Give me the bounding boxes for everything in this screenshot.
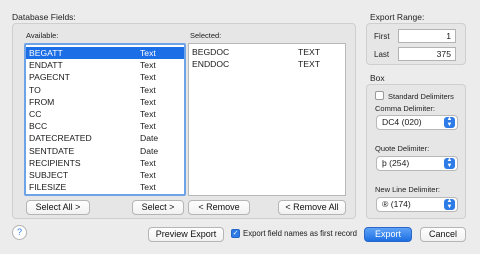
remove-all-button[interactable]: < Remove All bbox=[278, 200, 346, 215]
select-button[interactable]: Select > bbox=[132, 200, 184, 215]
chevron-updown-icon: ▲ ▼ bbox=[444, 157, 455, 169]
last-label: Last bbox=[374, 50, 390, 59]
newline-delimiter-label: New Line Delimiter: bbox=[375, 185, 441, 194]
box-title: Box bbox=[370, 73, 385, 83]
field-name: PAGECNT bbox=[29, 72, 70, 83]
selected-label: Selected: bbox=[190, 31, 222, 40]
field-type: TEXT bbox=[298, 59, 320, 70]
cancel-button[interactable]: Cancel bbox=[420, 227, 466, 242]
field-name: FROM bbox=[29, 96, 55, 107]
last-field[interactable]: 375 bbox=[398, 47, 456, 61]
field-name: CC bbox=[29, 109, 42, 119]
export-field-names-checkbox[interactable]: ✓ bbox=[231, 229, 240, 238]
standard-delimiters-label: Standard Delimiters bbox=[388, 92, 454, 101]
first-field[interactable]: 1 bbox=[398, 29, 456, 43]
field-name: BCC bbox=[29, 121, 48, 132]
list-item[interactable]: RECIPIENTS Text bbox=[26, 157, 184, 169]
field-type: Text bbox=[140, 170, 156, 180]
field-type: Text bbox=[140, 96, 156, 107]
field-type: Date bbox=[140, 145, 159, 156]
standard-delimiters-checkbox[interactable] bbox=[375, 91, 384, 100]
field-type: Text bbox=[140, 72, 156, 83]
list-item[interactable]: DATECREATED Date bbox=[26, 132, 184, 144]
list-item[interactable]: BCC Text bbox=[26, 120, 184, 132]
field-type: Text bbox=[140, 60, 156, 71]
field-type: TEXT bbox=[298, 47, 320, 57]
field-type: Date bbox=[140, 133, 159, 144]
list-item[interactable]: BEGATT Text bbox=[26, 47, 184, 60]
field-name: SUBJECT bbox=[29, 170, 69, 180]
list-item[interactable]: BEGDOC TEXT bbox=[189, 46, 345, 58]
field-name: RECIPIENTS bbox=[29, 157, 81, 168]
list-item[interactable]: ENDATT Text bbox=[26, 59, 184, 71]
list-item[interactable]: FILESIZE Text bbox=[26, 181, 184, 193]
remove-button[interactable]: < Remove bbox=[188, 200, 250, 215]
available-label: Available: bbox=[26, 31, 59, 40]
export-field-names-label: Export field names as first record bbox=[243, 229, 357, 238]
comma-delimiter-value: DC4 (020) bbox=[382, 117, 422, 127]
export-button[interactable]: Export bbox=[364, 227, 412, 242]
field-name: SENTDATE bbox=[29, 145, 75, 156]
first-label: First bbox=[374, 32, 390, 41]
list-item[interactable]: CC Text bbox=[26, 108, 184, 120]
export-range-title: Export Range: bbox=[370, 12, 425, 22]
quote-delimiter-label: Quote Delimiter: bbox=[375, 144, 430, 153]
database-fields-title: Database Fields: bbox=[12, 12, 76, 22]
help-button[interactable]: ? bbox=[12, 225, 27, 240]
field-name: DATECREATED bbox=[29, 133, 92, 144]
field-name: ENDDOC bbox=[192, 59, 230, 70]
list-item[interactable]: ENDDOC TEXT bbox=[189, 58, 345, 70]
field-type: Text bbox=[140, 84, 156, 95]
newline-delimiter-select[interactable]: ® (174) ▲ ▼ bbox=[376, 197, 458, 212]
comma-delimiter-label: Comma Delimiter: bbox=[375, 104, 436, 113]
field-type: Text bbox=[140, 109, 156, 119]
available-fields-list[interactable]: BEGATT Text ENDATT Text PAGECNT Text TO Text FRO… bbox=[24, 43, 186, 196]
chevron-updown-icon: ▲ ▼ bbox=[444, 198, 455, 210]
selected-fields-list[interactable]: BEGDOC TEXT ENDDOC TEXT bbox=[188, 43, 346, 196]
list-item[interactable]: SUBJECT Text bbox=[26, 169, 184, 181]
field-name: BEGATT bbox=[29, 48, 63, 58]
list-item[interactable]: FROM Text bbox=[26, 96, 184, 108]
field-type: Text bbox=[140, 121, 156, 132]
field-name: FILESIZE bbox=[29, 182, 67, 193]
newline-delimiter-value: ® (174) bbox=[382, 199, 411, 209]
field-name: BEGDOC bbox=[192, 47, 230, 57]
list-item[interactable]: SENTDATE Date bbox=[26, 145, 184, 157]
field-type: Text bbox=[140, 157, 156, 168]
select-all-button[interactable]: Select All > bbox=[26, 200, 90, 215]
field-type: Text bbox=[140, 48, 156, 58]
preview-export-button[interactable]: Preview Export bbox=[148, 227, 224, 242]
list-item[interactable]: TO Text bbox=[26, 84, 184, 96]
field-name: TO bbox=[29, 84, 41, 95]
quote-delimiter-value: þ (254) bbox=[382, 158, 410, 168]
field-type: Text bbox=[140, 182, 156, 193]
chevron-updown-icon: ▲ ▼ bbox=[444, 116, 455, 128]
list-item[interactable]: PAGECNT Text bbox=[26, 71, 184, 83]
field-name: ENDATT bbox=[29, 60, 63, 71]
quote-delimiter-select[interactable]: þ (254) ▲ ▼ bbox=[376, 156, 458, 171]
comma-delimiter-select[interactable]: DC4 (020) ▲ ▼ bbox=[376, 115, 458, 130]
